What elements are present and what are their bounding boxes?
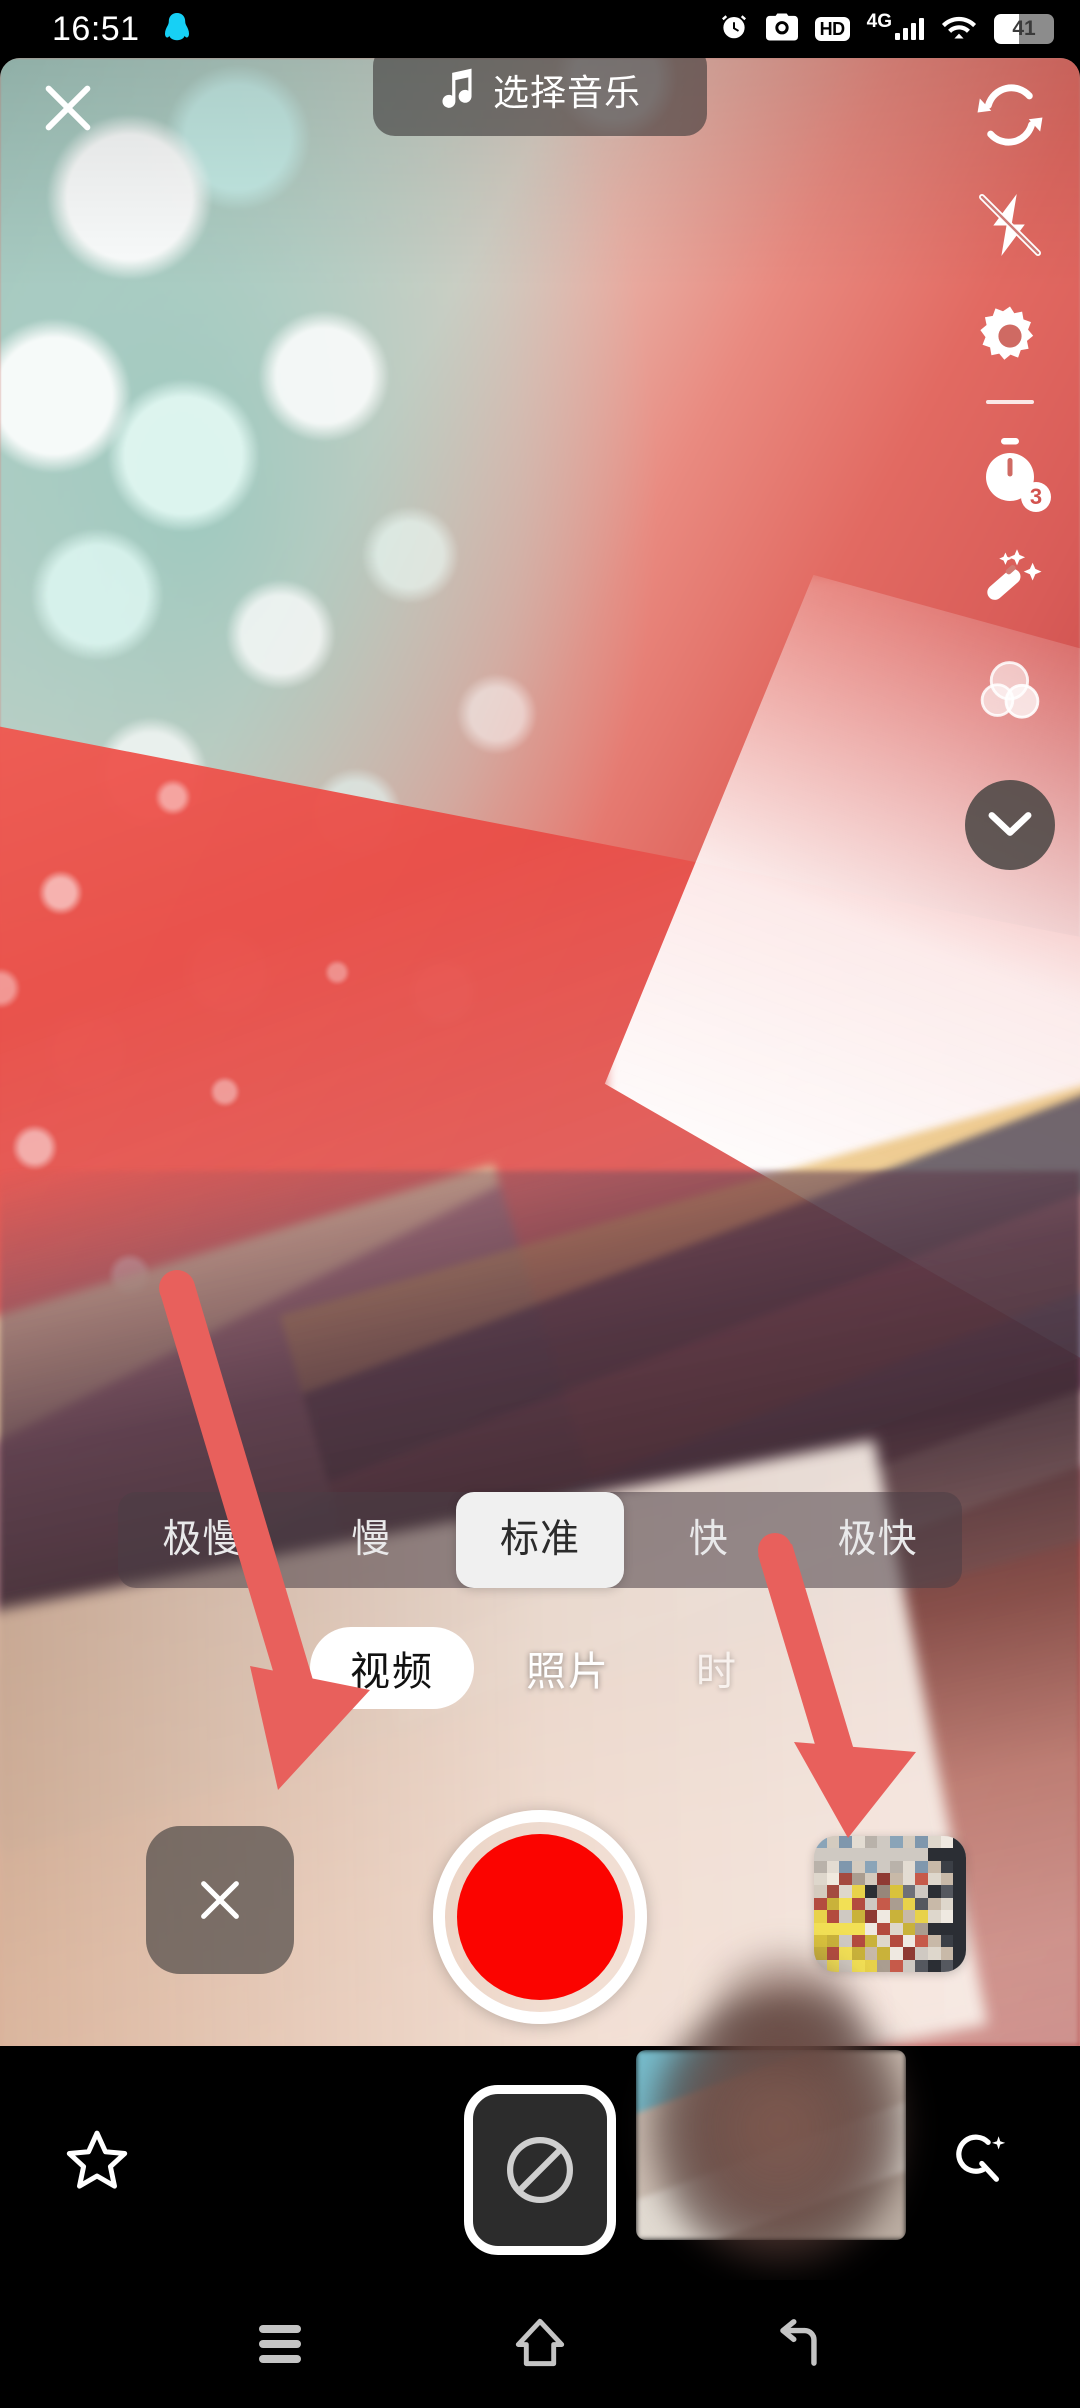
status-icons: HD 4G 41 — [719, 12, 1054, 47]
favorite-button[interactable] — [62, 2126, 132, 2201]
capture-mode-selector[interactable]: 视频 照片 时 — [0, 1622, 1080, 1714]
signal-bars — [895, 18, 924, 40]
rail-divider — [986, 400, 1034, 404]
close-icon — [45, 85, 91, 131]
lens-smudge — [640, 1988, 970, 2278]
nav-menu-button[interactable] — [225, 2304, 335, 2384]
speed-selector[interactable]: 极慢 慢 标准 快 极快 — [118, 1492, 962, 1588]
speed-option-slow[interactable]: 慢 — [287, 1492, 456, 1588]
camera-icon — [765, 12, 798, 46]
mode-timelapse[interactable]: 时 — [662, 1629, 770, 1707]
mode-photo[interactable]: 照片 — [492, 1629, 644, 1707]
menu-icon — [259, 2318, 301, 2370]
beauty-wand-icon — [987, 549, 1042, 600]
camera-preview[interactable] — [0, 58, 1080, 2046]
timer-button[interactable]: 3 — [955, 416, 1065, 526]
collapse-tools-button[interactable] — [965, 780, 1055, 870]
flip-camera-button[interactable] — [955, 60, 1065, 170]
status-bar: 16:51 HD 4G 41 — [0, 0, 1080, 58]
4g-signal: 4G — [867, 12, 924, 40]
battery-percent: 41 — [1012, 17, 1036, 40]
speed-option-extra-slow[interactable]: 极慢 — [118, 1492, 287, 1588]
camera-tools-rail: 3 — [940, 60, 1080, 870]
settings-gear-icon — [980, 306, 1034, 360]
record-button-inner — [457, 1834, 623, 2000]
flash-off-button[interactable] — [955, 170, 1065, 280]
back-icon — [780, 2319, 817, 2366]
hd-badge: HD — [814, 16, 850, 42]
timer-badge: 3 — [1021, 482, 1051, 512]
battery-indicator: 41 — [994, 14, 1054, 44]
flip-camera-icon — [977, 84, 1043, 146]
record-button[interactable] — [433, 1810, 647, 2024]
delete-clip-button[interactable] — [146, 1826, 294, 1974]
music-note-icon — [439, 67, 475, 114]
no-effect-button[interactable] — [464, 2085, 616, 2255]
beauty-effects-button[interactable] — [955, 526, 1065, 636]
alarm-clock-icon — [719, 12, 749, 47]
close-icon — [201, 1881, 239, 1919]
network-label: 4G — [866, 11, 892, 32]
speed-option-fast[interactable]: 快 — [624, 1492, 793, 1588]
android-nav-bar — [0, 2280, 1080, 2408]
gallery-thumbnail[interactable] — [814, 1836, 966, 1972]
speed-option-standard[interactable]: 标准 — [455, 1492, 625, 1588]
capture-controls — [0, 1810, 1080, 2024]
no-entry-icon — [507, 2137, 573, 2203]
star-outline-icon — [66, 2130, 128, 2189]
flash-off-icon — [979, 194, 1041, 256]
nav-back-button[interactable] — [745, 2304, 855, 2384]
select-music-label: 选择音乐 — [492, 72, 641, 113]
filters-icon — [980, 661, 1040, 719]
close-button[interactable] — [26, 66, 110, 150]
speed-option-extra-fast[interactable]: 极快 — [793, 1492, 962, 1588]
wifi-icon — [941, 13, 977, 46]
home-icon — [515, 2318, 565, 2367]
status-time: 16:51 — [52, 9, 140, 48]
nav-home-button[interactable] — [485, 2304, 595, 2384]
settings-button[interactable] — [955, 280, 1065, 390]
filters-button[interactable] — [955, 636, 1065, 746]
gallery-thumbnail-image — [814, 1836, 966, 1972]
penguin-icon — [162, 12, 192, 46]
mode-video[interactable]: 视频 — [310, 1627, 474, 1709]
chevron-down-icon — [988, 812, 1032, 836]
